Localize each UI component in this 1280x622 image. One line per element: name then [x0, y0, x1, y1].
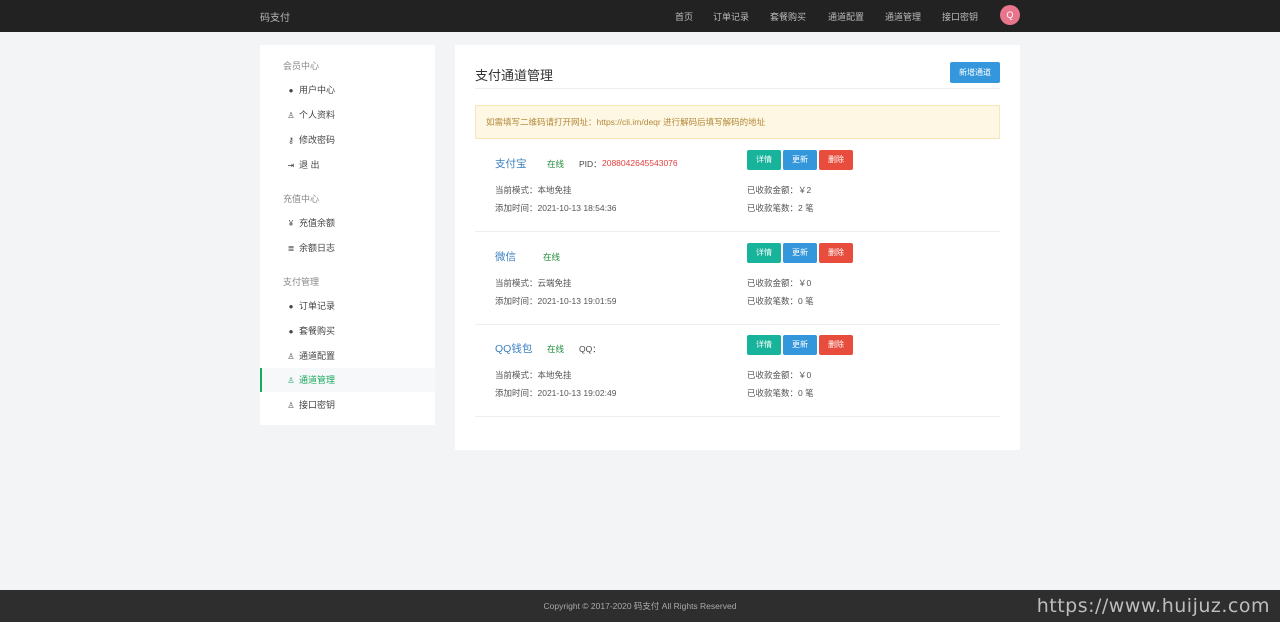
lock-icon: ♙ — [287, 376, 295, 385]
sidebar-item-packages[interactable]: ● 套餐购买 — [260, 319, 435, 343]
channel-count: 已收款笔数：0 笔 — [747, 296, 814, 306]
channel-added-time: 添加时间：2021-10-13 18:54:36 — [495, 203, 617, 213]
top-nav: 首页 订单记录 套餐购买 通道配置 通道管理 接口密钥 — [0, 10, 1280, 24]
channel-row: QQ钱包 在线 QQ： 当前模式：本地免挂 添加时间：2021-10-13 19… — [475, 324, 1000, 417]
detail-button[interactable]: 详情 — [747, 243, 781, 263]
sidebar-item-balance-log[interactable]: ≣ 余额日志 — [260, 236, 435, 260]
sidebar-item-label: 接口密钥 — [299, 400, 336, 410]
sidebar-item-label: 用户中心 — [299, 85, 336, 95]
watermark-text: https://www.huijuz.com — [1036, 595, 1270, 617]
channel-mode: 当前模式：本地免挂 — [495, 370, 572, 380]
add-channel-button[interactable]: 新增通道 — [950, 62, 1000, 83]
nav-channel-config[interactable]: 通道配置 — [828, 10, 864, 23]
sidebar-item-label: 退 出 — [299, 160, 320, 170]
sidebar-item-channel-config[interactable]: ♙ 通道配置 — [260, 344, 435, 368]
delete-button[interactable]: 删除 — [819, 243, 853, 263]
status-badge: 在线 — [547, 344, 565, 354]
status-badge: 在线 — [547, 159, 565, 169]
lock-icon: ♙ — [287, 401, 295, 410]
channel-count: 已收款笔数：0 笔 — [747, 388, 814, 398]
sidebar-item-change-password[interactable]: ⚷ 修改密码 — [260, 128, 435, 152]
sidebar-item-label: 套餐购买 — [299, 326, 336, 336]
sidebar-item-profile[interactable]: ♙ 个人资料 — [260, 103, 435, 127]
channel-id-label: PID： — [579, 159, 602, 169]
nav-orders[interactable]: 订单记录 — [713, 10, 749, 23]
sidebar-item-label: 充值余额 — [299, 218, 336, 228]
channel-name[interactable]: 微信 — [495, 249, 516, 264]
status-badge: 在线 — [543, 252, 561, 262]
sidebar-item-label: 个人资料 — [299, 110, 336, 120]
notice-alert: 如需填写二维码请打开网址：https://cli.im/deqr 进行解码后填写… — [475, 105, 1000, 139]
delete-button[interactable]: 删除 — [819, 335, 853, 355]
key-icon: ⚷ — [288, 136, 294, 145]
channel-amount: 已收款金额：￥2 — [747, 185, 812, 195]
sidebar-item-user-center[interactable]: ● 用户中心 — [260, 78, 435, 102]
channel-name[interactable]: 支付宝 — [495, 156, 527, 171]
sidebar-item-label: 修改密码 — [299, 135, 336, 145]
update-button[interactable]: 更新 — [783, 150, 817, 170]
nav-home[interactable]: 首页 — [675, 10, 693, 23]
channel-amount: 已收款金额：￥0 — [747, 370, 812, 380]
user-circle-icon: ● — [288, 86, 294, 95]
sidebar-item-label: 通道管理 — [299, 375, 336, 385]
nav-packages[interactable]: 套餐购买 — [770, 10, 806, 23]
channel-row: 支付宝 在线 PID： 2088042645543076 当前模式：本地免挂 添… — [475, 139, 1000, 232]
channel-row: 微信 在线 当前模式：云端免挂 添加时间：2021-10-13 19:01:59… — [475, 232, 1000, 325]
detail-button[interactable]: 详情 — [747, 150, 781, 170]
page-title: 支付通道管理 — [475, 68, 554, 83]
main-panel: 支付通道管理 新增通道 如需填写二维码请打开网址：https://cli.im/… — [455, 45, 1020, 450]
channel-added-time: 添加时间：2021-10-13 19:02:49 — [495, 388, 617, 398]
sidebar-group-payment: 支付管理 — [283, 277, 320, 287]
yen-icon: ¥ — [288, 219, 294, 228]
sidebar-item-logout[interactable]: ⇥ 退 出 — [260, 153, 435, 177]
list-icon: ≣ — [287, 244, 295, 253]
channel-count: 已收款笔数：2 笔 — [747, 203, 814, 213]
sidebar-item-recharge[interactable]: ¥ 充值余额 — [260, 211, 435, 235]
channel-amount: 已收款金额：￥0 — [747, 278, 812, 288]
sidebar-item-api-key[interactable]: ♙ 接口密钥 — [260, 393, 435, 417]
update-button[interactable]: 更新 — [783, 243, 817, 263]
sidebar-item-channel-manage[interactable]: ♙ 通道管理 — [260, 368, 435, 392]
user-circle-icon: ● — [288, 302, 294, 311]
user-circle-icon: ● — [288, 327, 294, 336]
top-navbar: 码支付 首页 订单记录 套餐购买 通道配置 通道管理 接口密钥 Q — [0, 0, 1280, 32]
sidebar-item-label: 余额日志 — [299, 243, 336, 253]
detail-button[interactable]: 详情 — [747, 335, 781, 355]
lock-icon: ♙ — [287, 111, 295, 120]
title-divider — [475, 88, 1000, 89]
channel-added-time: 添加时间：2021-10-13 19:01:59 — [495, 296, 617, 306]
sidebar-item-orders[interactable]: ● 订单记录 — [260, 294, 435, 318]
sidebar-item-label: 通道配置 — [299, 351, 336, 361]
sidebar-group-recharge: 充值中心 — [283, 194, 320, 204]
channel-mode: 当前模式：云端免挂 — [495, 278, 572, 288]
sidebar-group-member: 会员中心 — [283, 61, 320, 71]
nav-channel-manage[interactable]: 通道管理 — [885, 10, 921, 23]
channel-id-value: 2088042645543076 — [602, 158, 678, 168]
nav-api-key[interactable]: 接口密钥 — [942, 10, 978, 23]
channel-mode: 当前模式：本地免挂 — [495, 185, 572, 195]
avatar[interactable]: Q — [1000, 5, 1020, 25]
lock-icon: ♙ — [287, 352, 295, 361]
sidebar-item-label: 订单记录 — [299, 301, 336, 311]
delete-button[interactable]: 删除 — [819, 150, 853, 170]
sign-out-icon: ⇥ — [287, 161, 295, 170]
update-button[interactable]: 更新 — [783, 335, 817, 355]
channel-name[interactable]: QQ钱包 — [495, 341, 532, 356]
sidebar: 会员中心 ● 用户中心 ♙ 个人资料 ⚷ 修改密码 ⇥ 退 出 充值中心 ¥ 充值余额 ≣… — [260, 45, 435, 425]
channel-id-label: QQ： — [579, 344, 601, 354]
